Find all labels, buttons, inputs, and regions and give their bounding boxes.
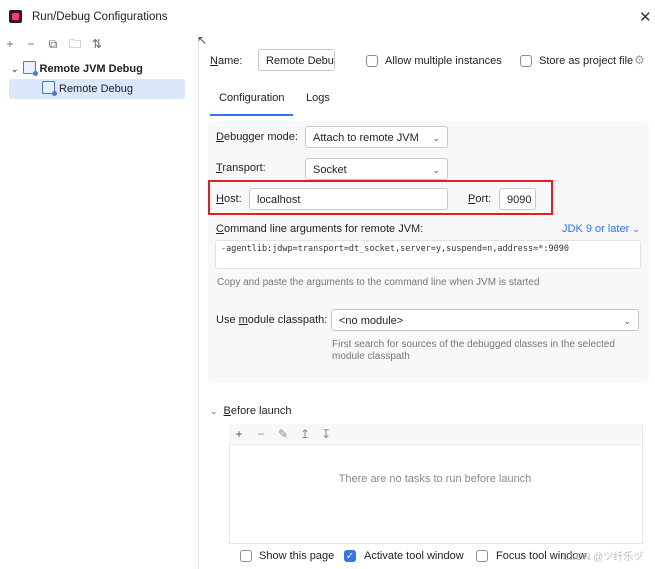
add-icon[interactable]: + — [3, 37, 17, 51]
activate-tool-checkbox[interactable]: ✓ — [344, 550, 356, 562]
host-port-highlight — [208, 180, 553, 215]
chevron-down-icon: ⌄ — [432, 165, 440, 175]
before-launch-header[interactable]: ⌄ Before launch — [210, 405, 291, 417]
remove-task-icon[interactable]: − — [254, 427, 268, 441]
tree-parent-label: Remote JVM Debug — [39, 63, 143, 75]
app-logo-icon — [9, 10, 22, 23]
allow-multiple-label: Allow multiple instances — [385, 55, 502, 67]
show-page-checkbox[interactable] — [240, 550, 252, 562]
transport-label: Transport: — [216, 162, 266, 174]
chevron-down-icon[interactable]: ⌄ — [11, 64, 19, 74]
before-launch-toolbar — [229, 424, 641, 445]
name-label: Name: — [210, 55, 243, 67]
cmd-hint: Copy and paste the arguments to the comm… — [217, 277, 540, 288]
window-title: Run/Debug Configurations — [32, 11, 168, 23]
cmd-args-field[interactable]: -agentlib:jdwp=transport=dt_socket,serve… — [215, 240, 641, 269]
edit-task-icon[interactable]: ✎ — [276, 427, 290, 441]
move-down-icon[interactable]: ↧ — [319, 427, 333, 441]
empty-tasks-message: There are no tasks to run before launch — [338, 473, 532, 485]
configurations-tree-pane — [0, 34, 199, 569]
allow-multiple-checkbox[interactable] — [366, 55, 378, 67]
gear-icon[interactable]: ⚙ — [634, 53, 645, 67]
before-launch-label: Before launch — [223, 405, 292, 417]
remote-debug-icon — [42, 81, 57, 96]
transport-value: Socket — [313, 164, 347, 176]
sort-icon[interactable]: ⇅ — [90, 37, 104, 51]
tree-item-remote-jvm-debug[interactable]: ⌄ Remote JVM Debug — [11, 59, 143, 79]
store-project-label: Store as project file — [539, 55, 634, 67]
module-hint-line-1: First search for sources of the debugged… — [332, 339, 615, 350]
tree-child-label: Remote Debug — [59, 83, 133, 95]
chevron-down-icon: ⌄ — [210, 406, 218, 416]
tab-logs[interactable]: Logs — [306, 90, 330, 114]
remove-icon[interactable]: − — [24, 37, 38, 51]
store-project-checkbox[interactable] — [520, 55, 532, 67]
tree-item-remote-debug[interactable]: Remote Debug — [9, 79, 185, 99]
cmd-args-label: Command line arguments for remote JVM: — [216, 223, 424, 235]
copy-icon[interactable]: ⧉ — [46, 37, 60, 51]
module-hint-line-2: module classpath — [332, 351, 410, 362]
add-task-icon[interactable]: + — [232, 427, 246, 441]
debugger-mode-dropdown[interactable]: Attach to remote JVM ⌄ — [305, 126, 448, 148]
remote-debug-icon — [22, 61, 38, 76]
jdk-link-label: JDK 9 or later — [562, 223, 630, 235]
focus-tool-checkbox[interactable] — [476, 550, 488, 562]
activate-tool-label: Activate tool window — [364, 550, 464, 562]
new-folder-icon[interactable]: 🗀 — [68, 37, 82, 51]
module-classpath-label: Use module classpath: — [216, 314, 328, 326]
name-field[interactable]: Remote Debu — [258, 49, 335, 71]
module-classpath-dropdown[interactable]: <no module> ⌄ — [331, 309, 639, 331]
chevron-down-icon: ⌄ — [632, 224, 640, 234]
debugger-mode-label: Debugger mode: — [216, 131, 298, 143]
transport-dropdown[interactable]: Socket ⌄ — [305, 158, 448, 180]
show-page-label: Show this page — [259, 550, 335, 562]
close-icon[interactable]: ✕ — [639, 8, 652, 26]
move-up-icon[interactable]: ↥ — [298, 427, 312, 441]
chevron-down-icon: ⌄ — [432, 133, 440, 143]
cursor-icon: ↖ — [196, 33, 208, 47]
jdk-version-link[interactable]: JDK 9 or later ⌄ — [562, 223, 640, 235]
chevron-down-icon: ⌄ — [623, 316, 631, 326]
module-value: <no module> — [339, 315, 404, 327]
debugger-mode-value: Attach to remote JVM — [313, 132, 419, 144]
tab-configuration[interactable]: Configuration — [210, 90, 294, 116]
watermark: CSDN @ツ纤乐ヅ — [562, 552, 644, 563]
